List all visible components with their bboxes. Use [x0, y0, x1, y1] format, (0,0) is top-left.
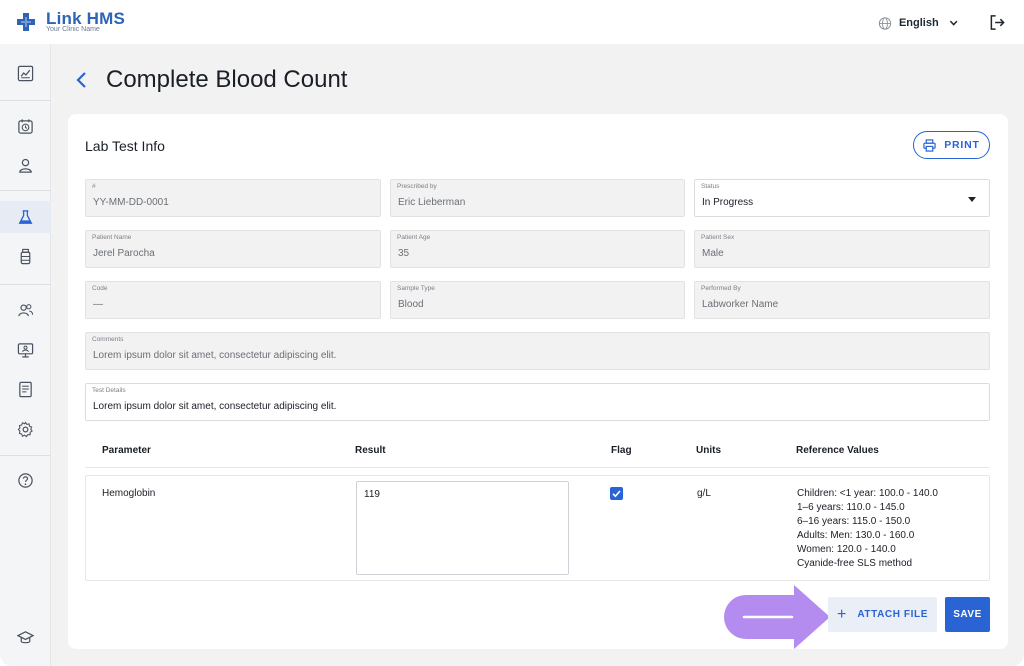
brand-logo[interactable]: Link HMS Your Clinic Name — [16, 9, 136, 37]
flag-checkbox[interactable] — [610, 487, 623, 500]
document-icon — [19, 381, 32, 397]
back-arrow-icon[interactable] — [74, 70, 90, 90]
sidebar-item-settings[interactable] — [0, 416, 51, 442]
sidebar-item-staff[interactable] — [0, 297, 51, 323]
table-row: Hemoglobin 119 g/L Children: <1 year: 10… — [85, 475, 990, 581]
sidebar-item-monitor[interactable] — [0, 337, 51, 363]
medical-cross-icon — [17, 13, 35, 31]
sidebar-item-patients[interactable] — [0, 152, 51, 178]
patient-name-field[interactable]: Patient Name Jerel Parocha — [85, 230, 381, 268]
help-icon — [18, 472, 33, 488]
table-header-divider — [85, 467, 990, 468]
hint-arrow-icon — [724, 585, 830, 649]
code-field[interactable]: Code — — [85, 281, 381, 319]
checkmark-icon — [612, 490, 621, 498]
result-input[interactable]: 119 — [356, 481, 569, 575]
column-header-parameter: Parameter — [102, 445, 151, 456]
chevron-down-icon — [949, 20, 958, 26]
sidebar-item-reports[interactable] — [0, 376, 51, 402]
attach-file-button[interactable]: + ATTACH FILE — [828, 597, 937, 632]
units-cell: g/L — [697, 488, 711, 499]
reference-line: 6–16 years: 115.0 - 150.0 — [797, 516, 911, 527]
reference-line: Children: <1 year: 100.0 - 140.0 — [797, 488, 938, 499]
plus-icon: + — [836, 605, 847, 623]
globe-icon — [878, 16, 892, 30]
reference-line: Adults: Men: 130.0 - 160.0 — [797, 530, 915, 541]
logout-icon[interactable] — [989, 14, 1006, 31]
lab-test-card: Lab Test Info PRINT # YY-MM-DD-0001 Pres… — [68, 114, 1008, 649]
sidebar-item-education[interactable] — [0, 624, 51, 650]
save-button[interactable]: SAVE — [945, 597, 990, 632]
sidebar-item-help[interactable] — [0, 467, 51, 493]
reference-line: Cyanide-free SLS method — [797, 558, 913, 569]
column-header-result: Result — [355, 445, 386, 456]
reference-line: 1–6 years: 110.0 - 145.0 — [797, 502, 905, 513]
print-label: PRINT — [944, 139, 980, 151]
users-icon — [18, 303, 34, 316]
top-bar: Link HMS Your Clinic Name English — [0, 0, 1024, 44]
performed-by-field[interactable]: Performed By Labworker Name — [694, 281, 990, 319]
reference-line: Women: 120.0 - 140.0 — [797, 544, 896, 555]
test-details-field[interactable]: Test Details Lorem ipsum dolor sit amet,… — [85, 383, 990, 421]
printer-icon — [923, 138, 936, 152]
person-icon — [19, 158, 32, 173]
bottle-icon — [20, 248, 31, 264]
flask-icon — [18, 209, 33, 224]
print-button[interactable]: PRINT — [913, 131, 990, 159]
graduation-cap-icon — [17, 630, 34, 643]
language-label: English — [898, 17, 939, 29]
sidebar-item-pharmacy[interactable] — [0, 243, 51, 269]
clock-icon — [18, 118, 33, 134]
column-header-units: Units — [696, 445, 721, 456]
chart-icon — [17, 65, 34, 81]
monitor-icon — [17, 342, 34, 358]
brand-tagline: Your Clinic Name — [46, 26, 100, 33]
result-value: 119 — [364, 489, 380, 500]
sidebar-item-lab[interactable] — [0, 201, 51, 233]
sample-type-field[interactable]: Sample Type Blood — [390, 281, 685, 319]
column-header-flag: Flag — [611, 445, 632, 456]
sidebar-item-appointments[interactable] — [0, 113, 51, 139]
prescribed-by-field[interactable]: Prescribed by Eric Lieberman — [390, 179, 685, 217]
page-title: Complete Blood Count — [106, 66, 348, 93]
dropdown-caret-icon — [968, 197, 976, 202]
test-id-field[interactable]: # YY-MM-DD-0001 — [85, 179, 381, 217]
patient-sex-field[interactable]: Patient Sex Male — [694, 230, 990, 268]
card-title: Lab Test Info — [85, 138, 165, 154]
language-selector[interactable]: English — [878, 14, 958, 32]
sidebar-item-dashboard[interactable] — [0, 60, 51, 86]
gear-icon — [17, 420, 33, 437]
app-window: Link HMS Your Clinic Name English Comple… — [0, 0, 1024, 666]
parameter-cell: Hemoglobin — [102, 488, 156, 499]
column-header-reference-values: Reference Values — [796, 445, 879, 456]
sidebar — [0, 44, 51, 666]
status-select[interactable]: Status In Progress — [694, 179, 990, 217]
comments-field[interactable]: Comments Lorem ipsum dolor sit amet, con… — [85, 332, 990, 370]
patient-age-field[interactable]: Patient Age 35 — [390, 230, 685, 268]
save-label: SAVE — [953, 609, 982, 620]
attach-file-label: ATTACH FILE — [857, 609, 928, 620]
